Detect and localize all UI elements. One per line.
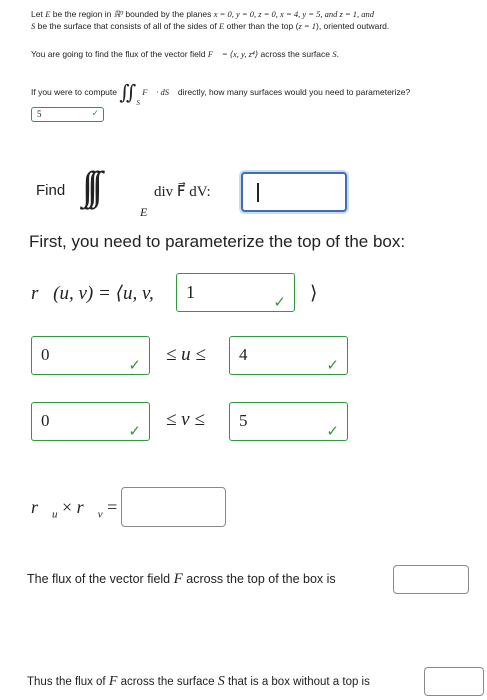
surface-count-value: 5 bbox=[37, 109, 42, 119]
param-close-bracket: ⟩ bbox=[310, 283, 318, 304]
find-label: Find bbox=[36, 182, 66, 199]
div-integrand: div F⃗ dV: bbox=[154, 184, 211, 200]
u-upper-value: 4 bbox=[239, 345, 248, 364]
param-third-component-input[interactable]: 1 ✓ bbox=[176, 273, 295, 312]
cross-product-input[interactable] bbox=[121, 487, 226, 527]
u-upper-bound-input[interactable]: 4 ✓ bbox=[229, 336, 348, 375]
check-icon: ✓ bbox=[273, 293, 286, 311]
check-icon: ✓ bbox=[326, 422, 339, 440]
param-lhs: r⃗(u, v) = ⟨u, v, bbox=[31, 283, 154, 304]
v-lower-bound-input[interactable]: 0 ✓ bbox=[31, 402, 150, 441]
u-bound-relation: ≤ u ≤ bbox=[166, 344, 206, 365]
double-integral-symbol: ∬ bbox=[119, 82, 137, 104]
cross-product-lhs: r⃗u × r⃗v = bbox=[31, 497, 118, 521]
v-upper-value: 5 bbox=[239, 411, 248, 430]
problem-intro-line1: Let E be the region in ℝ³ bounded by the… bbox=[31, 9, 374, 19]
check-icon: ✓ bbox=[91, 109, 99, 119]
v-lower-value: 0 bbox=[41, 411, 50, 430]
check-icon: ✓ bbox=[128, 356, 141, 374]
check-icon: ✓ bbox=[326, 356, 339, 374]
u-lower-bound-input[interactable]: 0 ✓ bbox=[31, 336, 150, 375]
triple-integral-symbol: ∫∫∫ bbox=[82, 163, 103, 208]
v-bound-relation: ≤ v ≤ bbox=[166, 409, 205, 430]
text-cursor bbox=[257, 183, 259, 202]
integral-subscript: S bbox=[136, 99, 140, 107]
flux-total-text: Thus the flux of F across the surface S … bbox=[27, 674, 370, 689]
parameterize-instruction: First, you need to parameterize the top … bbox=[29, 232, 406, 251]
flux-top-input[interactable] bbox=[393, 565, 469, 594]
u-lower-value: 0 bbox=[41, 345, 50, 364]
flux-total-input[interactable] bbox=[424, 667, 484, 696]
triple-integral-input[interactable] bbox=[241, 172, 347, 212]
check-icon: ✓ bbox=[128, 422, 141, 440]
flux-top-text: The flux of the vector field F across th… bbox=[27, 571, 336, 587]
flux-intro-text: You are going to find the flux of the ve… bbox=[31, 49, 339, 59]
question-surface-count: If you were to compute ∬S F⃗ · dS⃗ direc… bbox=[31, 82, 411, 107]
triple-integral-subscript: E bbox=[140, 205, 148, 219]
param-third-component-value: 1 bbox=[186, 282, 195, 302]
v-upper-bound-input[interactable]: 5 ✓ bbox=[229, 402, 348, 441]
surface-count-dropdown[interactable]: 5 ✓ bbox=[31, 107, 104, 122]
problem-intro-line2: S be the surface that consists of all of… bbox=[31, 21, 390, 31]
